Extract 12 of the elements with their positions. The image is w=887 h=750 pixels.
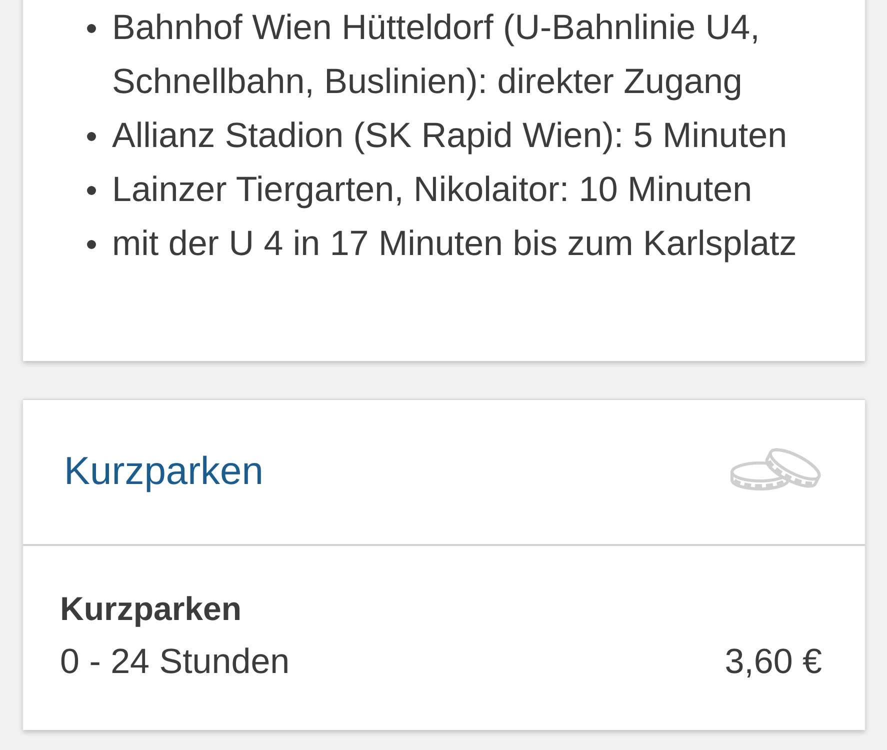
list-item: mit der U 4 in 17 Minuten bis zum Karlsplatz [112, 223, 798, 265]
card-title: Kurzparken [64, 449, 264, 495]
bullet-icon [87, 240, 96, 249]
list-item: Allianz Stadion (SK Rapid Wien): 5 Minuten [112, 115, 788, 157]
rate-price: 3,60 € [724, 641, 822, 683]
bullet-icon [87, 186, 96, 195]
rate-duration: 0 - 24 Stunden [60, 641, 290, 683]
list-item: Bahnhof Wien Hütteldorf (U-Bahnlinie U4, Schnellbahn, Buslinien): direkter Zugang [112, 7, 761, 103]
bullet-icon [87, 24, 96, 33]
rate-name: Kurzparken [60, 589, 243, 629]
bullet-icon [87, 132, 96, 141]
list-item: Lainzer Tiergarten, Nikolaitor: 10 Minuten [112, 169, 754, 211]
